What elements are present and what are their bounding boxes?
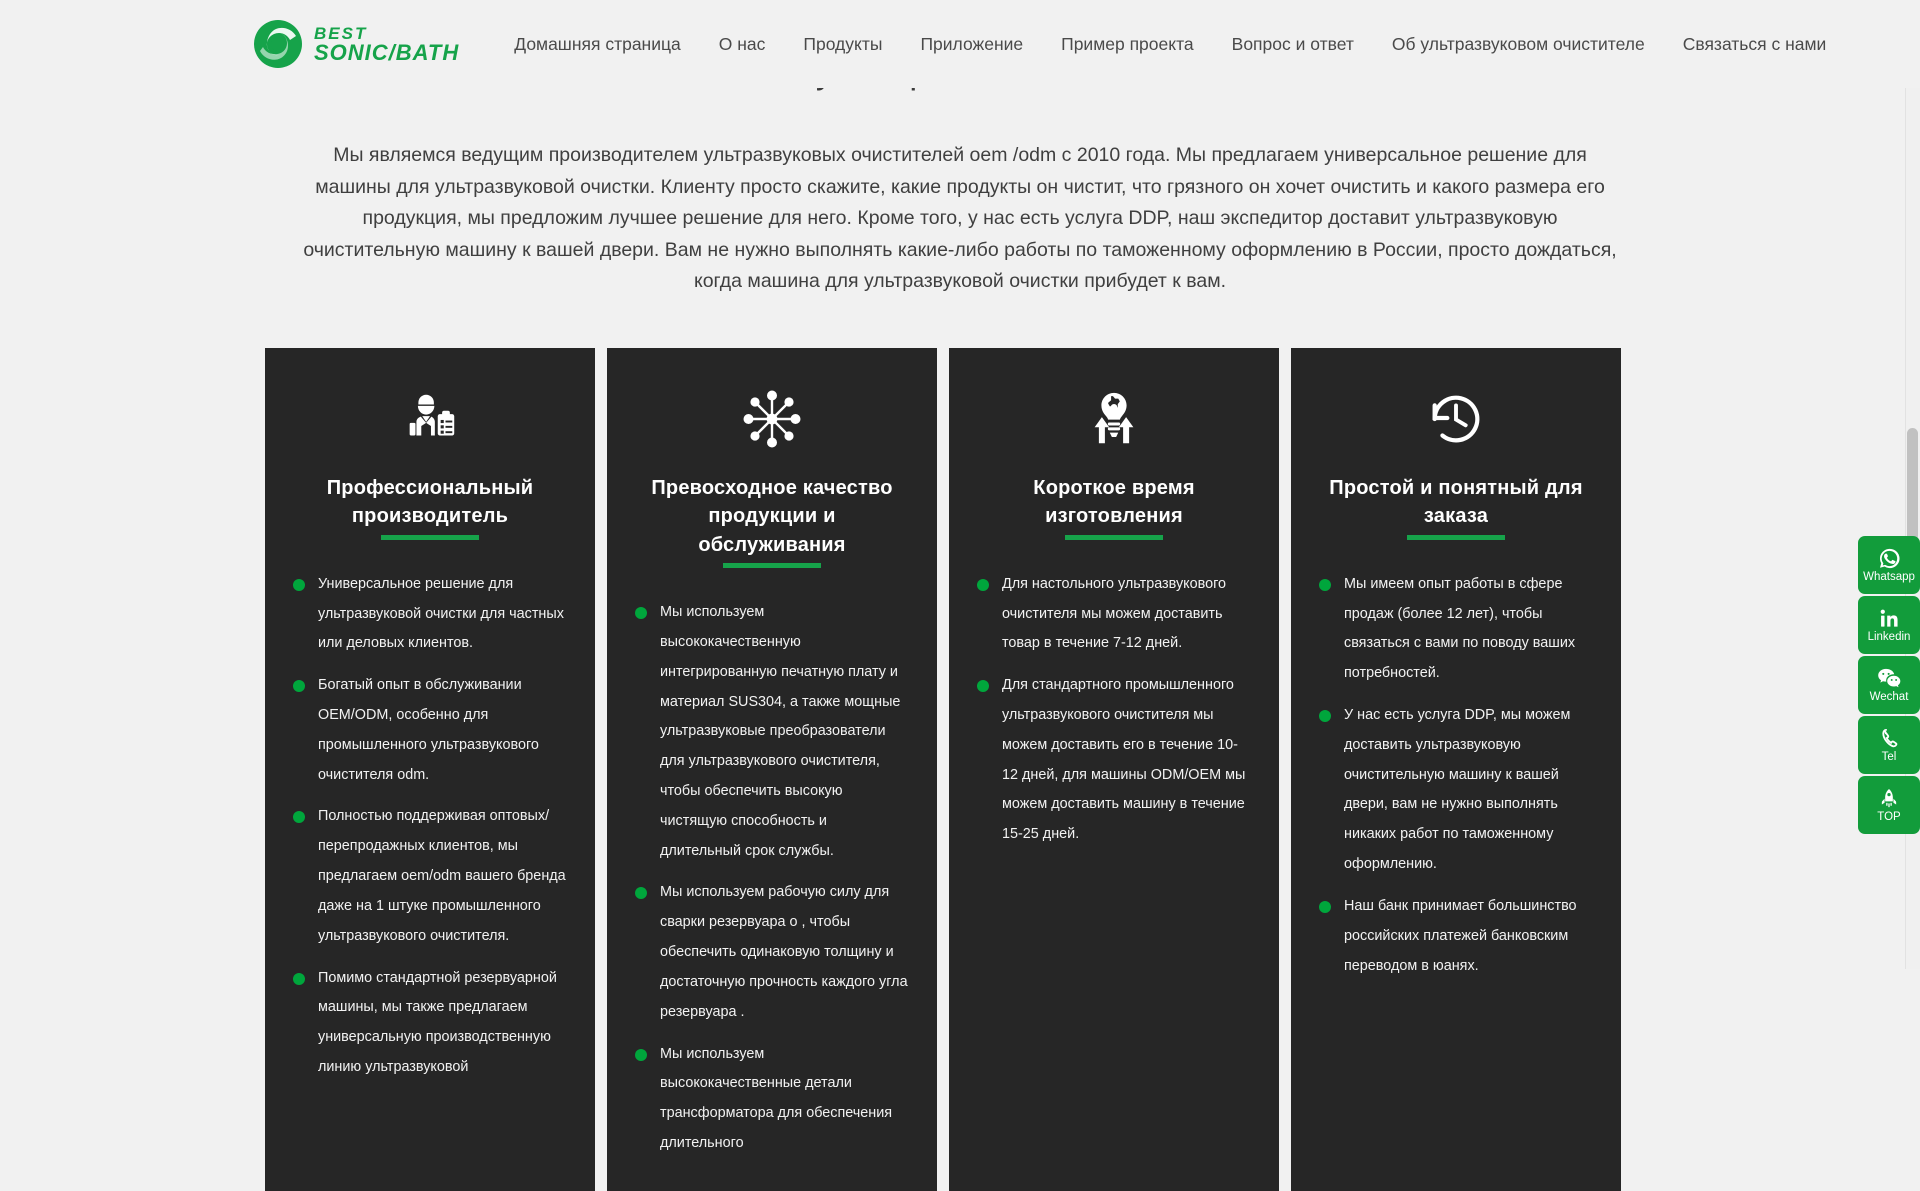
social-button-linkedin[interactable]: Linkedin: [1858, 596, 1920, 654]
brand-wordmark: BEST SONIC/BATH: [314, 25, 459, 64]
list-item: Помимо стандартной резервуарной машины, …: [293, 964, 567, 1083]
main-navigation: Домашняя страница О нас Продукты Приложе…: [495, 28, 1845, 61]
feature-card-title: Профессиональный производитель: [326, 477, 534, 528]
list-item-text: Наш банк принимает большинство российски…: [1344, 897, 1577, 974]
molecule-network-icon: [635, 382, 909, 456]
list-item-text: Мы используем высококачественные детали …: [660, 1045, 893, 1151]
swirl-logo-icon: [252, 18, 304, 70]
brand-logo[interactable]: BEST SONIC/BATH: [252, 18, 459, 70]
clock-rewind-icon: [1319, 382, 1593, 456]
bullet-dot-icon: [293, 972, 305, 985]
social-label: Wechat: [1869, 691, 1909, 704]
feature-bullet-list: Мы имеем опыт работы в сфере продаж (бол…: [1319, 570, 1593, 982]
bullet-dot-icon: [293, 811, 305, 824]
nav-item-home[interactable]: Домашняя страница: [495, 28, 700, 61]
social-label: Linkedin: [1867, 631, 1911, 644]
feature-bullet-list: Универсальное решение для ультразвуковой…: [293, 570, 567, 1083]
bullet-dot-icon: [635, 607, 647, 620]
brand-line-2: SONIC/BATH: [314, 39, 460, 65]
list-item: Мы используем высококачественные детали …: [635, 1040, 909, 1159]
bullet-dot-icon: [635, 1048, 647, 1061]
bullet-dot-icon: [1319, 900, 1331, 913]
page-root: Почему выбрали именно нас? Мы являемся в…: [0, 0, 1920, 1191]
list-item-text: Мы используем высококачественную интегри…: [660, 604, 901, 859]
social-label: Whatsapp: [1863, 571, 1915, 584]
bullet-dot-icon: [635, 887, 647, 900]
feature-bullet-list: Для настольного ультразвукового очистите…: [977, 570, 1251, 850]
list-item: Полностью поддерживая оптовых/ перепрода…: [293, 802, 567, 951]
list-item: Универсальное решение для ультразвуковой…: [293, 570, 567, 659]
scrollbar-thumb[interactable]: [1907, 428, 1918, 541]
nav-item-contact[interactable]: Связаться с нами: [1664, 28, 1846, 61]
title-underline: [723, 563, 821, 569]
list-item: Мы используем высококачественную интегри…: [635, 598, 909, 866]
bullet-dot-icon: [977, 578, 989, 591]
list-item-text: Помимо стандартной резервуарной машины, …: [318, 969, 557, 1075]
list-item: Мы используем рабочую силу для сварки ре…: [635, 878, 909, 1027]
feature-card: Простой и понятный для заказа Мы имеем о…: [1291, 348, 1621, 1191]
bullet-dot-icon: [293, 578, 305, 591]
list-item-text: Мы используем рабочую силу для сварки ре…: [660, 884, 908, 1020]
feature-bullet-list: Мы используем высококачественную интегри…: [635, 598, 909, 1159]
list-item: Для стандартного промышленного ультразву…: [977, 671, 1251, 850]
list-item-text: Полностью поддерживая оптовых/ перепрода…: [318, 808, 566, 944]
title-underline: [381, 534, 479, 540]
engineer-clipboard-icon: [293, 382, 567, 456]
social-button-wechat[interactable]: Wechat: [1858, 656, 1920, 714]
social-button-tel[interactable]: Tel: [1858, 716, 1920, 774]
bullet-dot-icon: [977, 680, 989, 693]
intro-paragraph: Мы являемся ведущим производителем ультр…: [303, 144, 1617, 293]
social-label: TOP: [1877, 811, 1901, 824]
nav-item-about[interactable]: О нас: [700, 28, 785, 61]
list-item-text: Для стандартного промышленного ультразву…: [1002, 677, 1246, 843]
feature-card: Профессиональный производитель Универсал…: [265, 348, 595, 1191]
bullet-dot-icon: [293, 680, 305, 693]
phone-icon: [1878, 726, 1901, 750]
list-item: У нас есть услуга DDP, мы можем доставит…: [1319, 701, 1593, 880]
list-item-text: Богатый опыт в обслуживании OEM/ODM, осо…: [318, 677, 539, 783]
nav-item-project-example[interactable]: Пример проекта: [1042, 28, 1213, 61]
list-item-text: У нас есть услуга DDP, мы можем доставит…: [1344, 707, 1571, 873]
list-item-text: Для настольного ультразвукового очистите…: [1002, 575, 1227, 652]
nav-item-products[interactable]: Продукты: [784, 28, 901, 61]
list-item: Наш банк принимает большинство российски…: [1319, 892, 1593, 981]
rocket-icon: [1878, 786, 1900, 810]
feature-card: Короткое время изготовления Для настольн…: [949, 348, 1279, 1191]
nav-item-faq[interactable]: Вопрос и ответ: [1213, 28, 1373, 61]
list-item-text: Универсальное решение для ультразвуковой…: [318, 575, 564, 652]
title-underline: [1065, 534, 1163, 540]
whatsapp-icon: [1878, 546, 1901, 570]
title-underline: [1407, 534, 1505, 540]
feature-card-title: Простой и понятный для заказа: [1329, 477, 1583, 528]
wechat-icon: [1877, 666, 1902, 690]
feature-card-title: Превосходное качество продукции и обслуж…: [651, 477, 893, 556]
linkedin-icon: [1878, 606, 1901, 630]
social-button-whatsapp[interactable]: Whatsapp: [1858, 536, 1920, 594]
list-item: Мы имеем опыт работы в сфере продаж (бол…: [1319, 570, 1593, 689]
nav-item-application[interactable]: Приложение: [901, 28, 1042, 61]
list-item: Богатый опыт в обслуживании OEM/ODM, осо…: [293, 671, 567, 790]
feature-card: Превосходное качество продукции и обслуж…: [607, 348, 937, 1191]
site-header: BEST SONIC/BATH Домашняя страница О нас …: [0, 0, 1920, 88]
list-item-text: Мы имеем опыт работы в сфере продаж (бол…: [1344, 575, 1576, 682]
brand-line-1: BEST: [314, 23, 368, 43]
feature-card-list: Профессиональный производитель Универсал…: [265, 348, 1655, 1191]
list-item: Для настольного ультразвукового очистите…: [977, 570, 1251, 659]
bullet-dot-icon: [1319, 578, 1331, 591]
feature-card-title: Короткое время изготовления: [1033, 477, 1195, 528]
bullet-dot-icon: [1319, 710, 1331, 723]
social-label: Tel: [1881, 751, 1897, 764]
nav-item-about-ultrasonic-cleaner[interactable]: Об ультразвуковом очистителе: [1373, 28, 1664, 61]
social-button-top[interactable]: TOP: [1858, 776, 1920, 834]
gear-bulb-arrows-icon: [977, 382, 1251, 456]
floating-social-bar: Whatsapp Linkedin Wechat Tel TOP: [1858, 536, 1920, 836]
